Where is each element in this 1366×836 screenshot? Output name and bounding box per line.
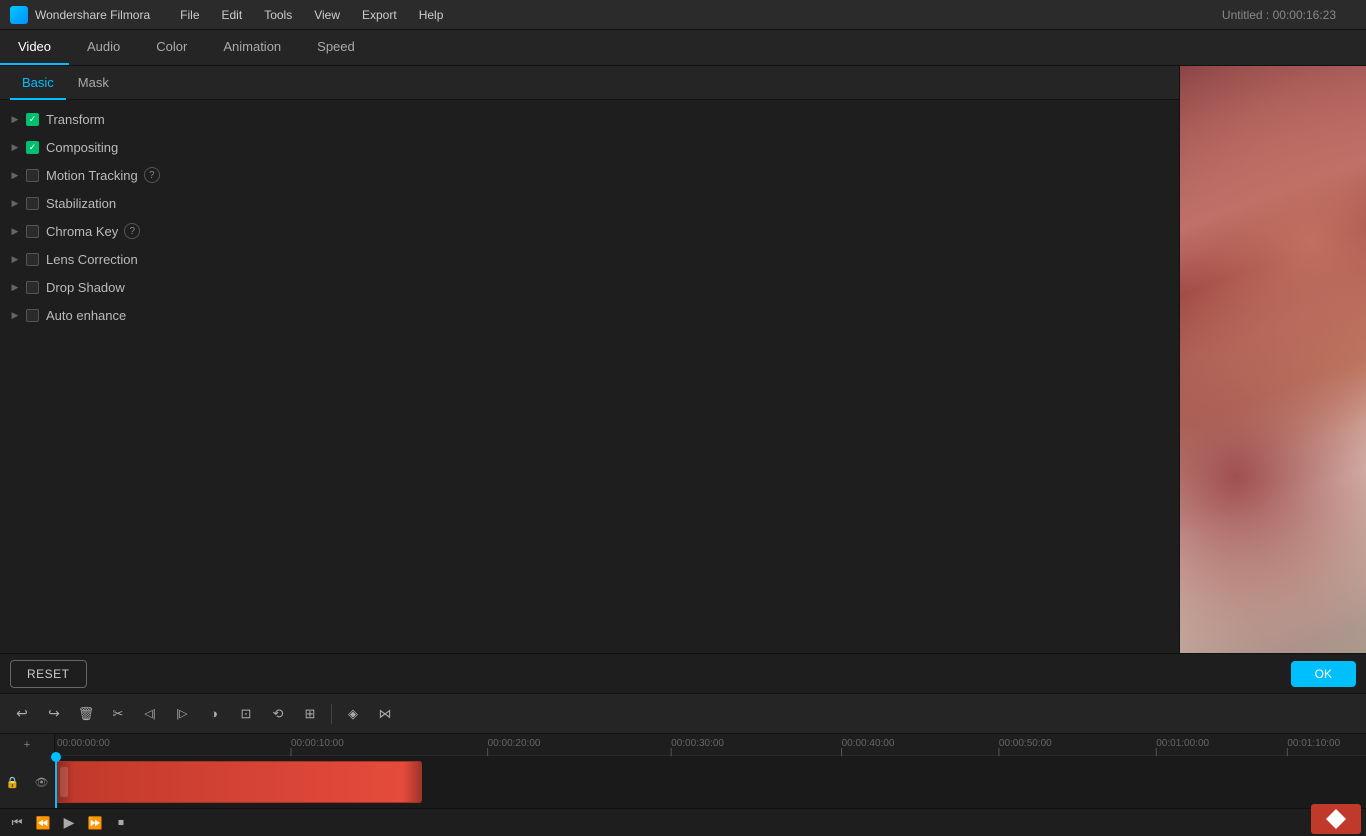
prop-info-chroma-key[interactable]: ? [124, 223, 140, 239]
delete-button[interactable]: 🗑 [72, 700, 100, 728]
trim-start-button[interactable]: ◁| [136, 700, 164, 728]
prop-row-transform[interactable]: Transform [0, 105, 1179, 133]
preview-image [1180, 66, 1366, 653]
menu-view[interactable]: View [304, 5, 350, 25]
app-icon [10, 6, 28, 24]
tab-speed[interactable]: Speed [299, 30, 373, 65]
undo-button[interactable]: ↩ [8, 700, 36, 728]
timeline-tracks: 🔒 👁 [0, 756, 1366, 808]
prop-arrow-transform [8, 112, 22, 126]
prop-row-drop-shadow[interactable]: Drop Shadow [0, 273, 1179, 301]
prop-arrow-auto-enhance [8, 308, 22, 322]
trim-end-button[interactable]: |▷ [168, 700, 196, 728]
action-bar: RESET OK [0, 653, 1366, 693]
preview-panel [1180, 66, 1366, 653]
prop-arrow-motion-tracking [8, 168, 22, 182]
prop-arrow-lens-correction [8, 252, 22, 266]
main-tab-bar: Video Audio Color Animation Speed [0, 30, 1366, 66]
toolbar-separator [331, 704, 332, 724]
timeline-ruler[interactable]: 00:00:00:00 00:00:10:00 00:00:20:00 00:0… [55, 734, 1366, 756]
track-eye-button[interactable]: 👁 [29, 768, 54, 796]
prop-label-lens-correction: Lens Correction [46, 252, 138, 267]
tab-video[interactable]: Video [0, 30, 69, 65]
prop-checkbox-stabilization[interactable] [26, 197, 39, 210]
prop-label-transform: Transform [46, 112, 105, 127]
subtab-basic[interactable]: Basic [10, 66, 66, 100]
prop-arrow-drop-shadow [8, 280, 22, 294]
timeline-bottom: ⏮ ⏪ ▶ ⏩ ⏹ [0, 808, 1366, 836]
zoom-fit-button[interactable]: ⊞ [296, 700, 324, 728]
transport-play[interactable]: ▶ [57, 811, 81, 835]
prop-label-drop-shadow: Drop Shadow [46, 280, 125, 295]
prop-info-motion-tracking[interactable]: ? [144, 167, 160, 183]
transport-next-frame[interactable]: ⏩ [83, 811, 107, 835]
playhead-dot [51, 752, 61, 762]
menu-export[interactable]: Export [352, 5, 407, 25]
main-layout: Basic Mask Transform Compositing Motion … [0, 66, 1366, 653]
prop-checkbox-motion-tracking[interactable] [26, 169, 39, 182]
audio-beat-button[interactable]: ⋈ [371, 700, 399, 728]
subtab-mask[interactable]: Mask [66, 66, 121, 100]
playhead[interactable] [55, 756, 57, 808]
prop-row-chroma-key[interactable]: Chroma Key ? [0, 217, 1179, 245]
prop-row-lens-correction[interactable]: Lens Correction [0, 245, 1179, 273]
track-lock-button[interactable]: 🔒 [0, 768, 25, 796]
prop-checkbox-drop-shadow[interactable] [26, 281, 39, 294]
menu-bar: File Edit Tools View Export Help [170, 5, 1222, 25]
crop-button[interactable]: ⊡ [232, 700, 260, 728]
left-panel: Basic Mask Transform Compositing Motion … [0, 66, 1180, 653]
video-clip[interactable] [55, 761, 422, 803]
track-area[interactable] [55, 756, 1366, 808]
prop-checkbox-lens-correction[interactable] [26, 253, 39, 266]
add-track-button[interactable]: + [13, 731, 41, 759]
prop-row-auto-enhance[interactable]: Auto enhance [0, 301, 1179, 329]
reset-button[interactable]: RESET [10, 660, 87, 688]
menu-help[interactable]: Help [409, 5, 454, 25]
prop-row-compositing[interactable]: Compositing [0, 133, 1179, 161]
transport-stop[interactable]: ⏹ [109, 811, 133, 835]
prop-label-chroma-key: Chroma Key [46, 224, 118, 239]
cut-button[interactable]: ✂ [104, 700, 132, 728]
prop-arrow-chroma-key [8, 224, 22, 238]
window-title: Untitled : 00:00:16:23 [1222, 8, 1356, 22]
color-match-button[interactable]: ◈ [339, 700, 367, 728]
prop-checkbox-transform[interactable] [26, 113, 39, 126]
prop-label-compositing: Compositing [46, 140, 118, 155]
timeline-header: + 00:00:00:00 00:00:10:00 00:00:20:00 00… [0, 734, 1366, 756]
title-bar: Wondershare Filmora File Edit Tools View… [0, 0, 1366, 30]
prop-row-motion-tracking[interactable]: Motion Tracking ? [0, 161, 1179, 189]
menu-tools[interactable]: Tools [254, 5, 302, 25]
filmora-thumbnail [1311, 804, 1361, 834]
flip-button[interactable]: ⟲ [264, 700, 292, 728]
menu-file[interactable]: File [170, 5, 209, 25]
ok-button[interactable]: OK [1291, 661, 1356, 687]
app-name: Wondershare Filmora [35, 8, 150, 22]
prop-label-auto-enhance: Auto enhance [46, 308, 126, 323]
prop-row-stabilization[interactable]: Stabilization [0, 189, 1179, 217]
prop-label-stabilization: Stabilization [46, 196, 116, 211]
prop-checkbox-compositing[interactable] [26, 141, 39, 154]
redo-button[interactable]: ↪ [40, 700, 68, 728]
transport-step-back[interactable]: ⏮ [5, 811, 29, 835]
tab-audio[interactable]: Audio [69, 30, 138, 65]
prop-label-motion-tracking: Motion Tracking [46, 168, 138, 183]
tab-animation[interactable]: Animation [205, 30, 299, 65]
tab-color[interactable]: Color [138, 30, 205, 65]
prop-checkbox-chroma-key[interactable] [26, 225, 39, 238]
timeline: + 00:00:00:00 00:00:10:00 00:00:20:00 00… [0, 733, 1366, 808]
speed-button[interactable]: ◑ [200, 700, 228, 728]
properties-list: Transform Compositing Motion Tracking ? … [0, 100, 1179, 653]
sub-tabs: Basic Mask [0, 66, 1179, 100]
transport-prev-frame[interactable]: ⏪ [31, 811, 55, 835]
track-controls: 🔒 👁 [0, 756, 55, 808]
prop-arrow-compositing [8, 140, 22, 154]
toolbar: ↩ ↪ 🗑 ✂ ◁| |▷ ◑ ⊡ ⟲ ⊞ ◈ ⋈ [0, 693, 1366, 733]
filmora-icon [1326, 809, 1346, 829]
prop-arrow-stabilization [8, 196, 22, 210]
menu-edit[interactable]: Edit [212, 5, 253, 25]
prop-checkbox-auto-enhance[interactable] [26, 309, 39, 322]
